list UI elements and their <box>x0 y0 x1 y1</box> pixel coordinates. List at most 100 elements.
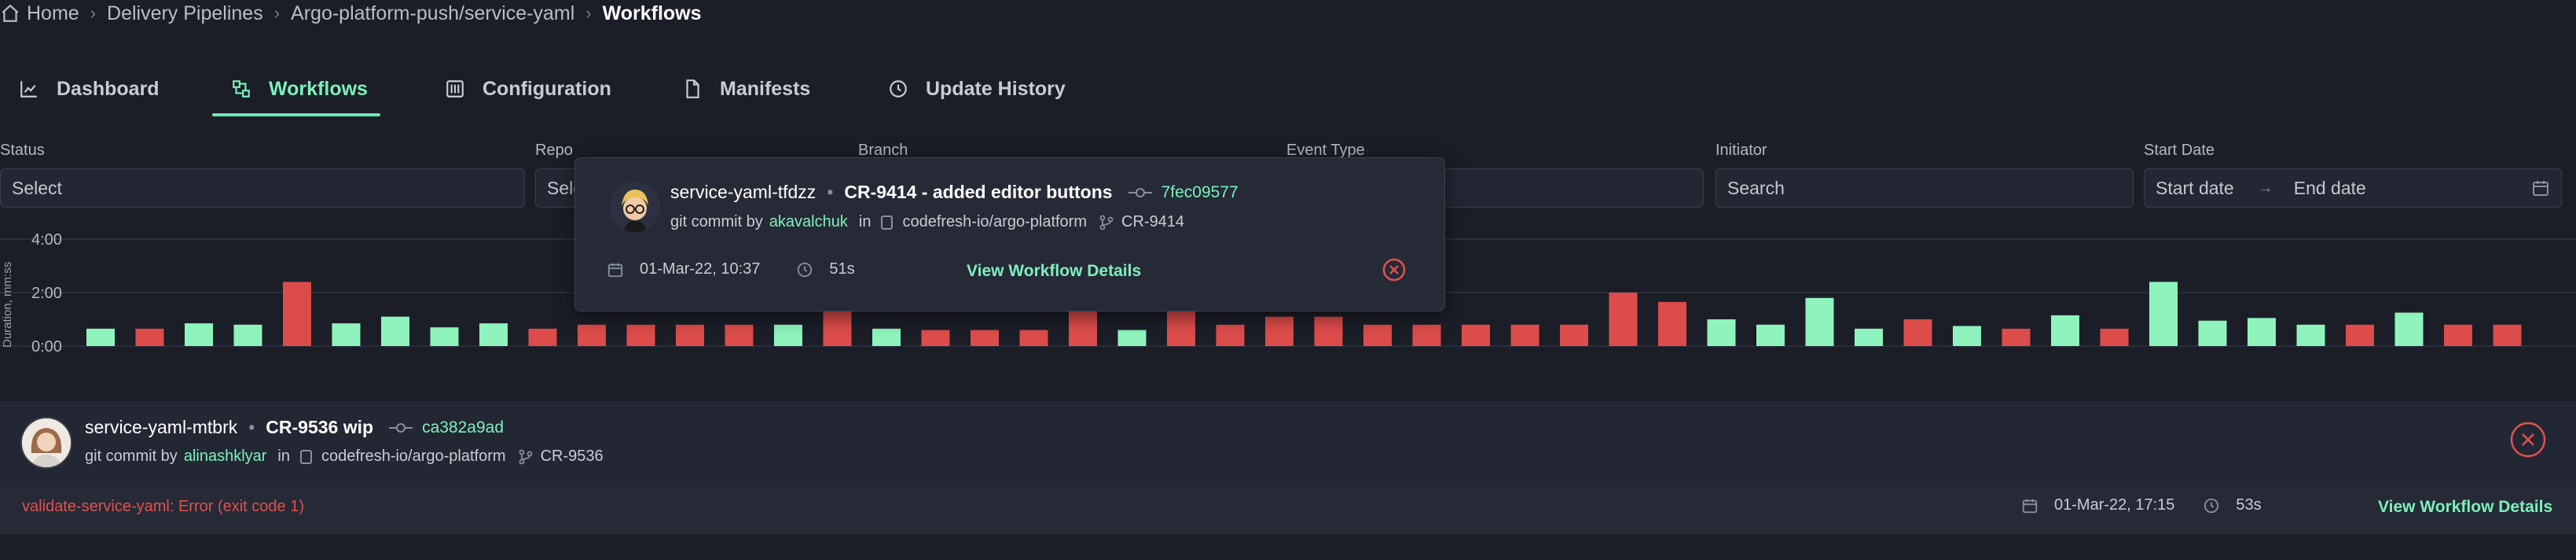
chart-bar[interactable] <box>2493 324 2522 346</box>
initiator-input[interactable]: Search <box>1715 168 2134 208</box>
home-icon <box>2 4 19 22</box>
chart-bar[interactable] <box>1265 316 1294 346</box>
chart-bar[interactable] <box>430 327 459 346</box>
chart-bar[interactable] <box>1953 326 1981 347</box>
tab-manifests[interactable]: Manifests <box>682 61 810 116</box>
view-workflow-details-link[interactable]: View Workflow Details <box>967 262 1141 281</box>
chart-bar[interactable] <box>626 324 655 346</box>
calendar-icon[interactable] <box>2531 179 2550 197</box>
breadcrumb: Home › Delivery Pipelines › Argo-platfor… <box>0 0 702 27</box>
chart-bar[interactable] <box>1117 330 1147 346</box>
duration: 51s <box>796 260 855 278</box>
chart-bar[interactable] <box>823 311 852 346</box>
tab-configuration[interactable]: Configuration <box>445 61 611 116</box>
status-select[interactable]: Select <box>0 168 525 208</box>
started-date: 01-Mar-22, 10:37 <box>640 260 761 278</box>
chart-icon <box>20 81 37 98</box>
workflow-tooltip: service-yaml-tfdzz • CR-9414 - added edi… <box>574 157 1445 311</box>
chart-bar[interactable] <box>578 324 606 346</box>
chart-bar[interactable] <box>1314 316 1343 346</box>
chart-bar[interactable] <box>1510 324 1539 346</box>
breadcrumb-separator: › <box>90 3 97 23</box>
chart-bar[interactable] <box>185 323 213 346</box>
chart-bar[interactable] <box>1707 319 1736 346</box>
chart-bar[interactable] <box>2394 312 2424 347</box>
tab-dashboard[interactable]: Dashboard <box>19 61 160 116</box>
chart-bar[interactable] <box>2296 324 2325 346</box>
workflow-row[interactable]: service-yaml-mtbrk • CR-9536 wip ca382a9… <box>0 401 2576 482</box>
chart-bar[interactable] <box>774 324 802 346</box>
duration-value: 53s <box>2236 496 2262 514</box>
date-range-arrow-icon: → <box>2257 179 2273 197</box>
chart-bar[interactable] <box>1903 319 1932 346</box>
chart-bar[interactable] <box>1609 293 1638 346</box>
chart-bar[interactable] <box>1658 301 1686 346</box>
chart-bar[interactable] <box>332 323 361 346</box>
chart-bar[interactable] <box>1412 324 1441 346</box>
file-icon <box>686 79 699 98</box>
chart-bar[interactable] <box>528 328 557 346</box>
tab-workflows[interactable]: Workflows <box>212 61 380 116</box>
view-workflow-details-link[interactable]: View Workflow Details <box>2378 498 2552 517</box>
commit-sha[interactable]: 7fec09577 <box>1161 183 1238 202</box>
chart-bar[interactable] <box>971 330 999 346</box>
title-separator: • <box>827 182 834 202</box>
chart-bar[interactable] <box>2100 328 2129 346</box>
duration: 53s <box>2203 496 2262 514</box>
chart-bar[interactable] <box>1462 324 1490 346</box>
chart-bar[interactable] <box>676 324 704 346</box>
repo-icon <box>881 215 894 230</box>
chart-bar[interactable] <box>872 328 901 346</box>
chart-bar[interactable] <box>2248 318 2276 346</box>
initiator-filter-label: Initiator <box>1715 142 1767 159</box>
y-tick-label: 0:00 <box>31 338 62 356</box>
chart-bar[interactable] <box>479 323 508 346</box>
workflow-row-footer: validate-service-yaml: Error (exit code … <box>0 482 2576 534</box>
tab-update-history[interactable]: Update History <box>888 61 1066 116</box>
tooltip-meta: 01-Mar-22, 10:37 51s <box>607 260 855 278</box>
status-select-placeholder: Select <box>12 177 62 198</box>
chart-bar[interactable] <box>135 328 164 346</box>
chart-bar[interactable] <box>2346 324 2374 346</box>
chart-bar[interactable] <box>283 282 311 346</box>
chart-bar[interactable] <box>1805 297 1834 346</box>
chart-bar[interactable] <box>233 324 262 346</box>
workflow-name[interactable]: service-yaml-tfdzz <box>670 182 816 203</box>
status-filter: Status Select <box>0 142 525 208</box>
initiator-input-placeholder: Search <box>1727 177 1785 198</box>
chart-bar[interactable] <box>2444 324 2472 346</box>
calendar-icon <box>2022 499 2038 513</box>
date-range-picker[interactable]: Start date → End date <box>2144 168 2562 208</box>
chart-bar[interactable] <box>1216 324 1245 346</box>
chart-bar[interactable] <box>1069 311 1097 346</box>
workflow-name[interactable]: service-yaml-mtbrk <box>85 417 237 438</box>
chart-bar[interactable] <box>1560 324 1588 346</box>
user-avatar-icon <box>22 418 71 467</box>
breadcrumb-pipeline[interactable]: Argo-platform-push/service-yaml <box>291 2 574 25</box>
chart-bar[interactable] <box>1167 311 1195 346</box>
chart-bar[interactable] <box>381 316 409 346</box>
chart-bar[interactable] <box>725 324 754 346</box>
chart-bar[interactable] <box>921 330 950 346</box>
chart-bar[interactable] <box>2149 282 2178 346</box>
chart-bar[interactable] <box>1363 324 1392 346</box>
chart-bar[interactable] <box>2198 320 2227 346</box>
chart-bar[interactable] <box>1855 328 1883 346</box>
user-avatar-icon <box>610 182 660 232</box>
commit-sha[interactable]: ca382a9ad <box>422 418 504 437</box>
workflow-meta: 01-Mar-22, 17:15 53s <box>2021 496 2262 514</box>
breadcrumb-delivery-pipelines[interactable]: Delivery Pipelines <box>107 2 263 25</box>
chart-bar[interactable] <box>2051 315 2079 346</box>
start-date-input[interactable]: Start date <box>2156 178 2234 199</box>
chart-bar[interactable] <box>86 328 115 346</box>
chart-bar[interactable] <box>1756 324 1785 346</box>
chart-bar[interactable] <box>2002 328 2031 346</box>
tab-dashboard-label: Dashboard <box>57 77 160 100</box>
failed-status-icon <box>2510 422 2546 458</box>
start-date-filter-label: Start Date <box>2144 142 2215 159</box>
end-date-input[interactable]: End date <box>2294 178 2366 199</box>
tab-configuration-label: Configuration <box>483 77 611 100</box>
clock-icon <box>798 262 813 277</box>
breadcrumb-home[interactable]: Home <box>27 2 79 25</box>
chart-bar[interactable] <box>1019 330 1048 346</box>
